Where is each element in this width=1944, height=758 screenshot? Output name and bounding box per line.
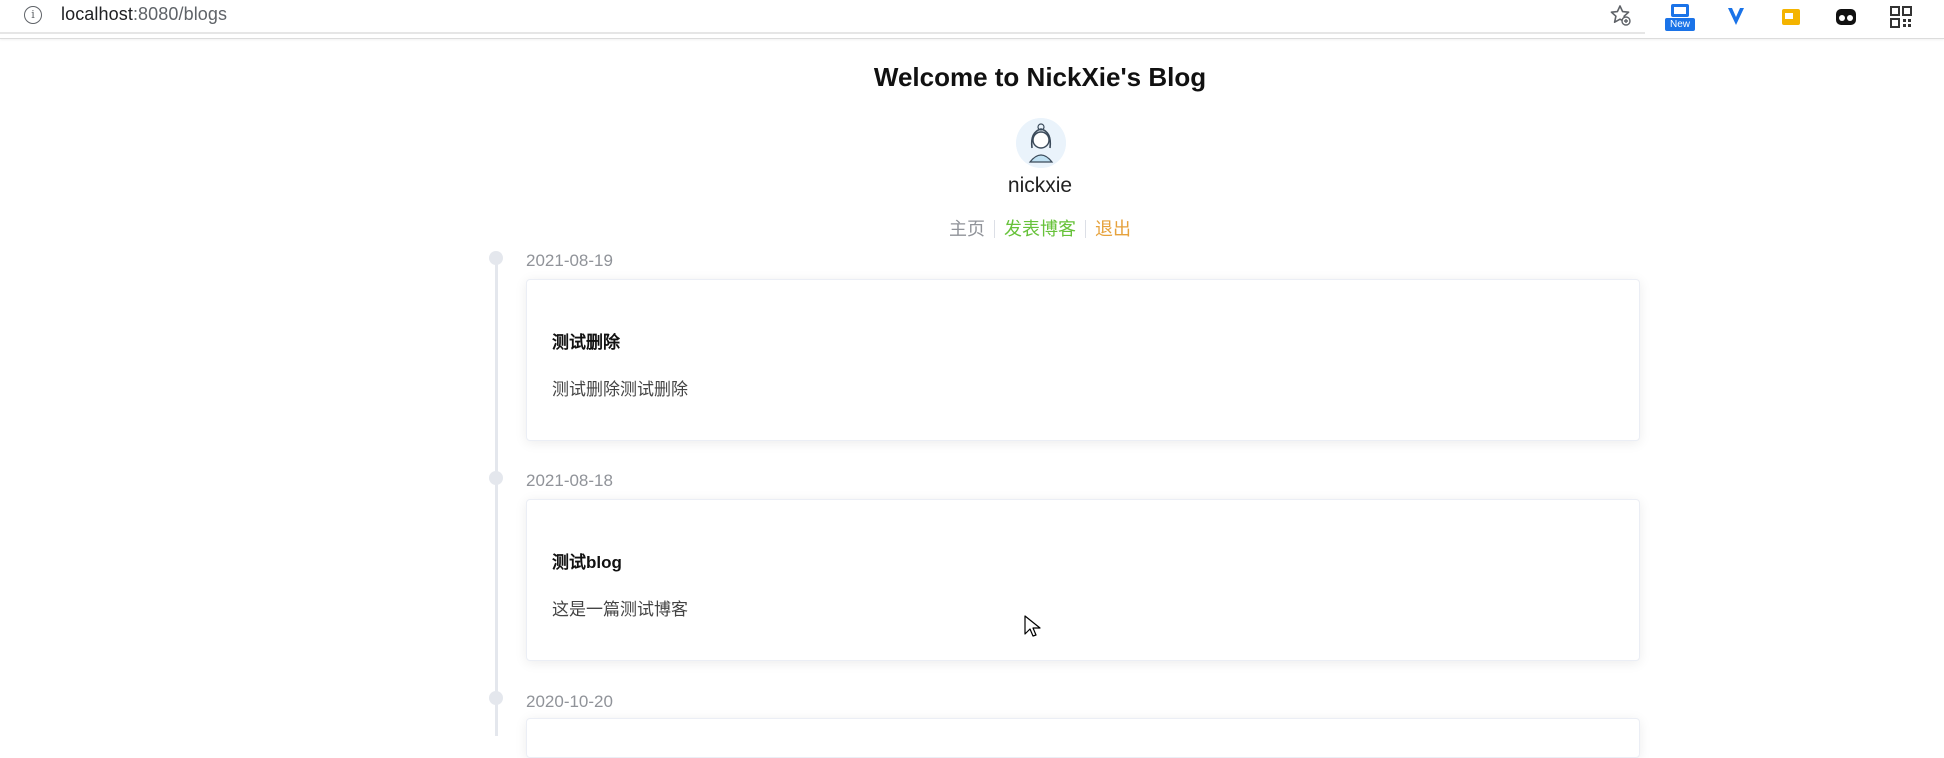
avatar[interactable]: [1016, 118, 1066, 168]
nav-links: 主页 发表博客 退出: [0, 215, 1944, 241]
timeline-date: 2021-08-18: [526, 471, 613, 490]
blog-title-link[interactable]: 测试删除: [552, 328, 620, 353]
info-icon[interactable]: i: [24, 6, 42, 24]
blog-card[interactable]: [526, 718, 1640, 758]
username: nickxie: [1007, 174, 1073, 197]
timeline-node: [489, 471, 503, 485]
blog-title-link[interactable]: 测试blog: [552, 548, 622, 573]
extension-qr-code-icon[interactable]: [1887, 3, 1915, 31]
url-text[interactable]: localhost:8080/blogs: [61, 4, 227, 24]
timeline-node: [489, 251, 503, 265]
blog-card[interactable]: 测试blog 这是一篇测试博客: [526, 499, 1640, 661]
nav-publish-link[interactable]: 发表博客: [1004, 219, 1076, 239]
blog-card[interactable]: 测试删除 测试删除测试删除: [526, 279, 1640, 441]
nav-logout-link[interactable]: 退出: [1095, 219, 1131, 239]
extension-picture-icon[interactable]: [1777, 3, 1805, 31]
nav-divider: [1085, 220, 1086, 238]
timeline-line: [495, 256, 498, 736]
nav-divider: [994, 220, 995, 238]
extension-new-icon[interactable]: New: [1665, 3, 1695, 31]
blog-description: 这是一篇测试博客: [552, 600, 688, 619]
browser-toolbar: i localhost:8080/blogs New: [0, 0, 1944, 39]
bookmark-star-icon[interactable]: [1608, 3, 1632, 27]
mouse-cursor-icon: [1024, 615, 1041, 637]
extension-new-badge: New: [1665, 18, 1695, 31]
blog-description: 测试删除测试删除: [552, 380, 688, 399]
timeline-date: 2020-10-20: [526, 692, 613, 711]
page-title: Welcome to NickXie's Blog: [873, 62, 1207, 92]
extension-fork-icon[interactable]: [1722, 3, 1750, 31]
address-bar[interactable]: i localhost:8080/blogs: [0, 0, 1645, 34]
extension-mask-icon[interactable]: [1832, 3, 1860, 31]
timeline-date: 2021-08-19: [526, 251, 613, 270]
timeline-node: [489, 691, 503, 705]
nav-home-link[interactable]: 主页: [949, 219, 985, 239]
